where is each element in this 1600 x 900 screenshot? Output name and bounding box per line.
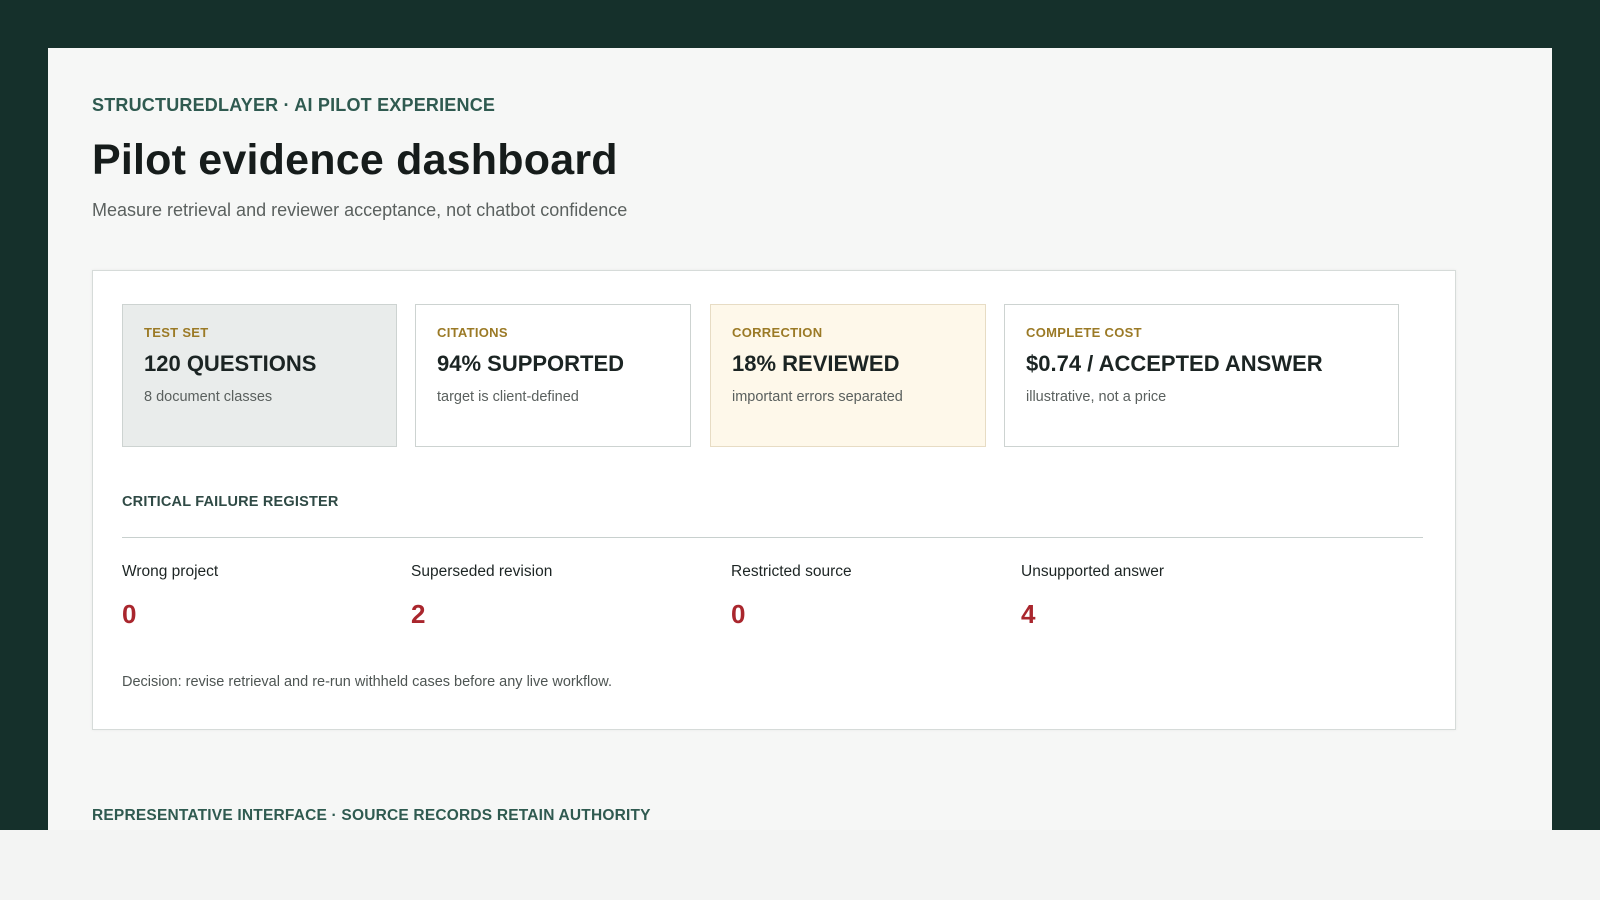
- metric-note: illustrative, not a price: [1026, 389, 1167, 405]
- metric-value: 94% SUPPORTED: [437, 351, 625, 376]
- evidence-panel: TEST SET 120 QUESTIONS 8 document classe…: [92, 270, 1456, 730]
- metric-value: 120 QUESTIONS: [144, 351, 317, 376]
- metric-note: 8 document classes: [144, 389, 273, 405]
- failure-label: Unsupported answer: [1021, 563, 1165, 580]
- failure-label: Wrong project: [122, 563, 219, 580]
- metric-card-test-set: TEST SET 120 QUESTIONS 8 document classe…: [122, 304, 397, 447]
- metric-label: CITATIONS: [437, 325, 508, 340]
- metric-label: COMPLETE COST: [1026, 325, 1142, 340]
- metric-value: 18% REVIEWED: [732, 351, 900, 376]
- failure-count: 0: [122, 599, 137, 629]
- failure-label: Restricted source: [731, 563, 852, 580]
- metric-card-citations: CITATIONS 94% SUPPORTED target is client…: [415, 304, 691, 447]
- page-subtitle: Measure retrieval and reviewer acceptanc…: [92, 200, 628, 220]
- dashboard-sheet: STRUCTUREDLAYER · AI PILOT EXPERIENCE Pi…: [48, 48, 1552, 830]
- failure-item-wrong-project: Wrong project 0: [122, 563, 218, 630]
- eyebrow-label: STRUCTUREDLAYER · AI PILOT EXPERIENCE: [92, 95, 496, 115]
- metric-value: $0.74 / ACCEPTED ANSWER: [1026, 351, 1323, 376]
- register-title: CRITICAL FAILURE REGISTER: [122, 494, 339, 510]
- register-divider: [122, 537, 1423, 538]
- decision-note: Decision: revise retrieval and re-run wi…: [122, 674, 612, 690]
- failure-count: 4: [1021, 599, 1036, 629]
- failure-count: 2: [411, 599, 426, 629]
- failure-item-superseded-revision: Superseded revision 2: [411, 563, 552, 630]
- failure-item-restricted-source: Restricted source 0: [731, 563, 852, 630]
- page-title: Pilot evidence dashboard: [92, 136, 618, 184]
- failure-label: Superseded revision: [411, 563, 553, 580]
- metric-card-correction: CORRECTION 18% REVIEWED important errors…: [710, 304, 986, 447]
- metric-note: target is client-defined: [437, 389, 579, 405]
- background-floor: [0, 830, 1600, 900]
- metric-label: CORRECTION: [732, 325, 823, 340]
- failure-item-unsupported-answer: Unsupported answer 4: [1021, 563, 1164, 630]
- metric-note: important errors separated: [732, 389, 903, 405]
- failure-count: 0: [731, 599, 746, 629]
- metric-card-complete-cost: COMPLETE COST $0.74 / ACCEPTED ANSWER il…: [1004, 304, 1399, 447]
- metric-label: TEST SET: [144, 325, 209, 340]
- footer-note: REPRESENTATIVE INTERFACE · SOURCE RECORD…: [92, 807, 651, 824]
